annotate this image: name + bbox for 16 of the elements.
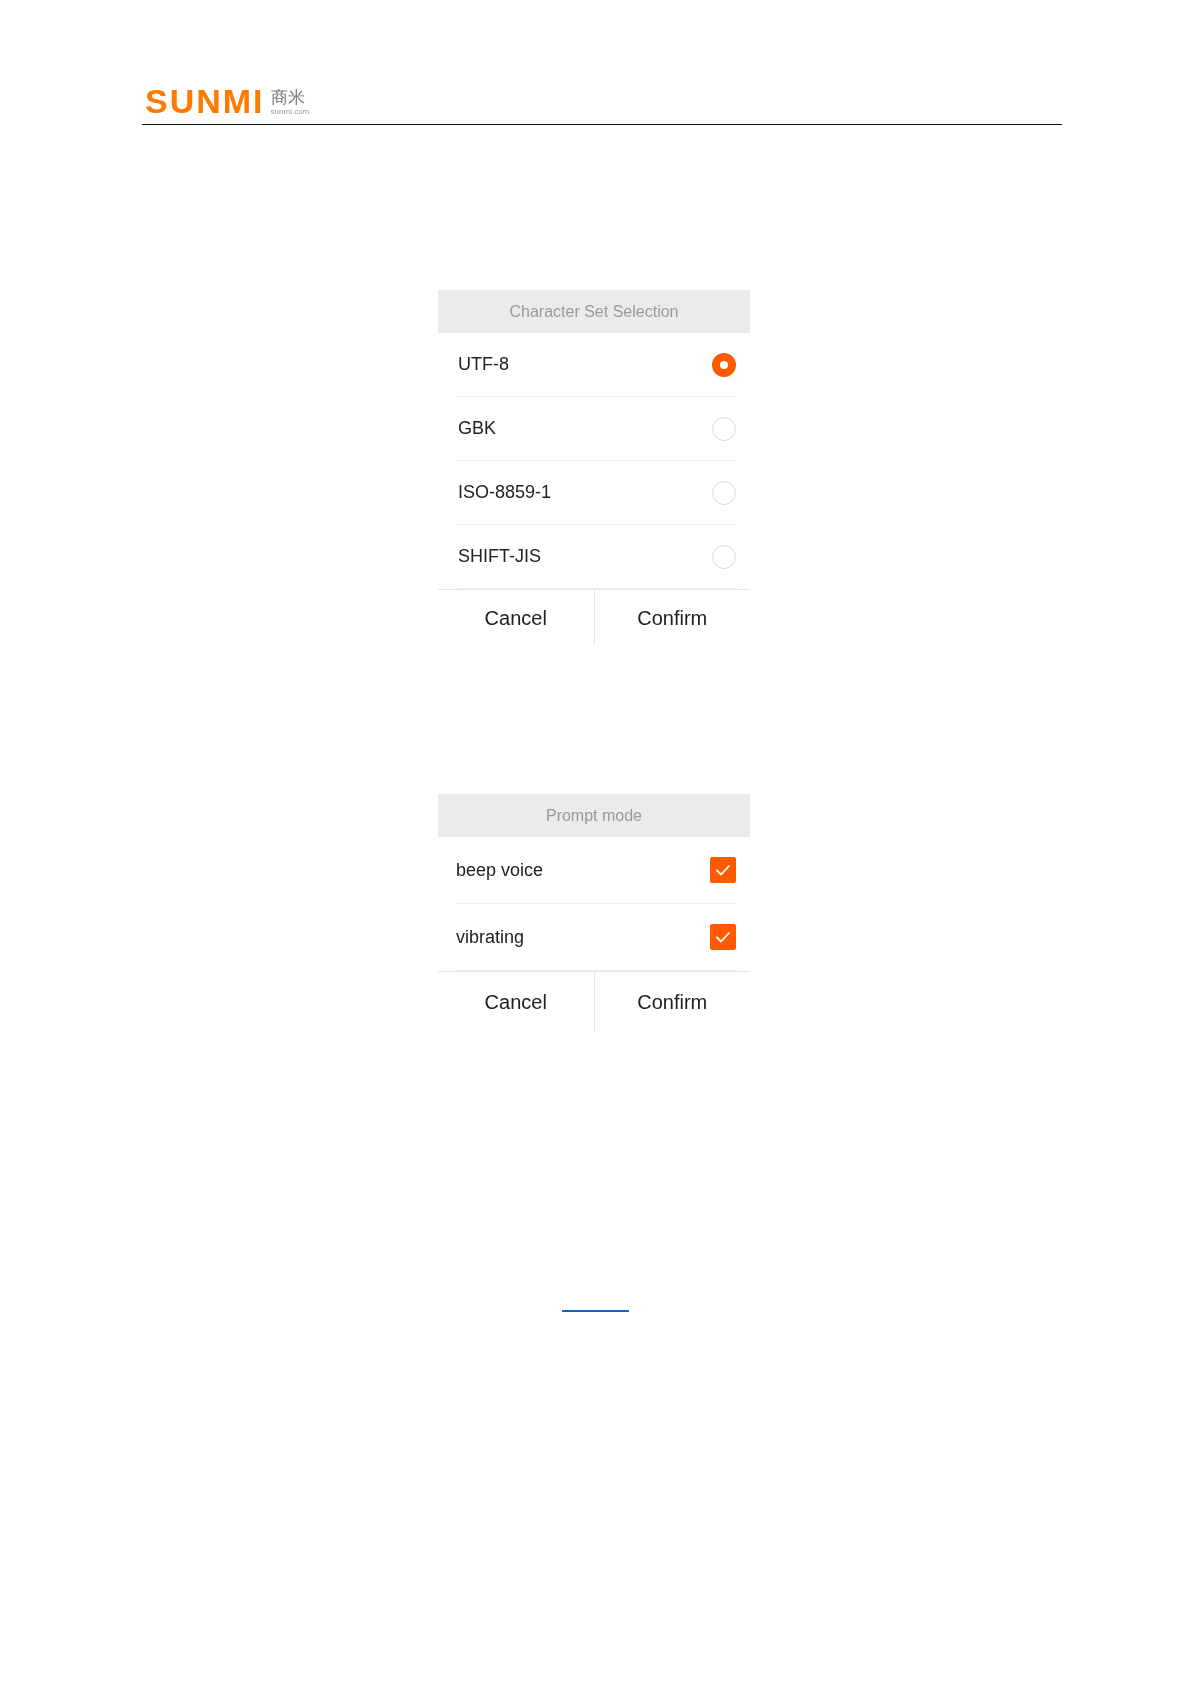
checkbox[interactable] <box>710 857 736 883</box>
checkmark-icon <box>715 864 731 876</box>
dialog-title: Prompt mode <box>438 794 750 837</box>
option-label: GBK <box>458 418 496 439</box>
checkbox[interactable] <box>710 924 736 950</box>
logo-wordmark: SUNMI <box>145 86 265 116</box>
dialog-title: Character Set Selection <box>438 290 750 333</box>
option-label: ISO-8859-1 <box>458 482 552 503</box>
option-label: UTF-8 <box>458 354 509 375</box>
option-label: beep voice <box>456 859 544 881</box>
logo-chinese-text: 商米 <box>270 89 305 107</box>
option-label: SHIFT-JIS <box>458 546 541 567</box>
option-label: vibrating <box>456 926 525 948</box>
radio-button[interactable] <box>712 352 736 377</box>
logo-domain: sunmi.com <box>270 107 310 116</box>
checkmark-icon <box>715 931 731 943</box>
